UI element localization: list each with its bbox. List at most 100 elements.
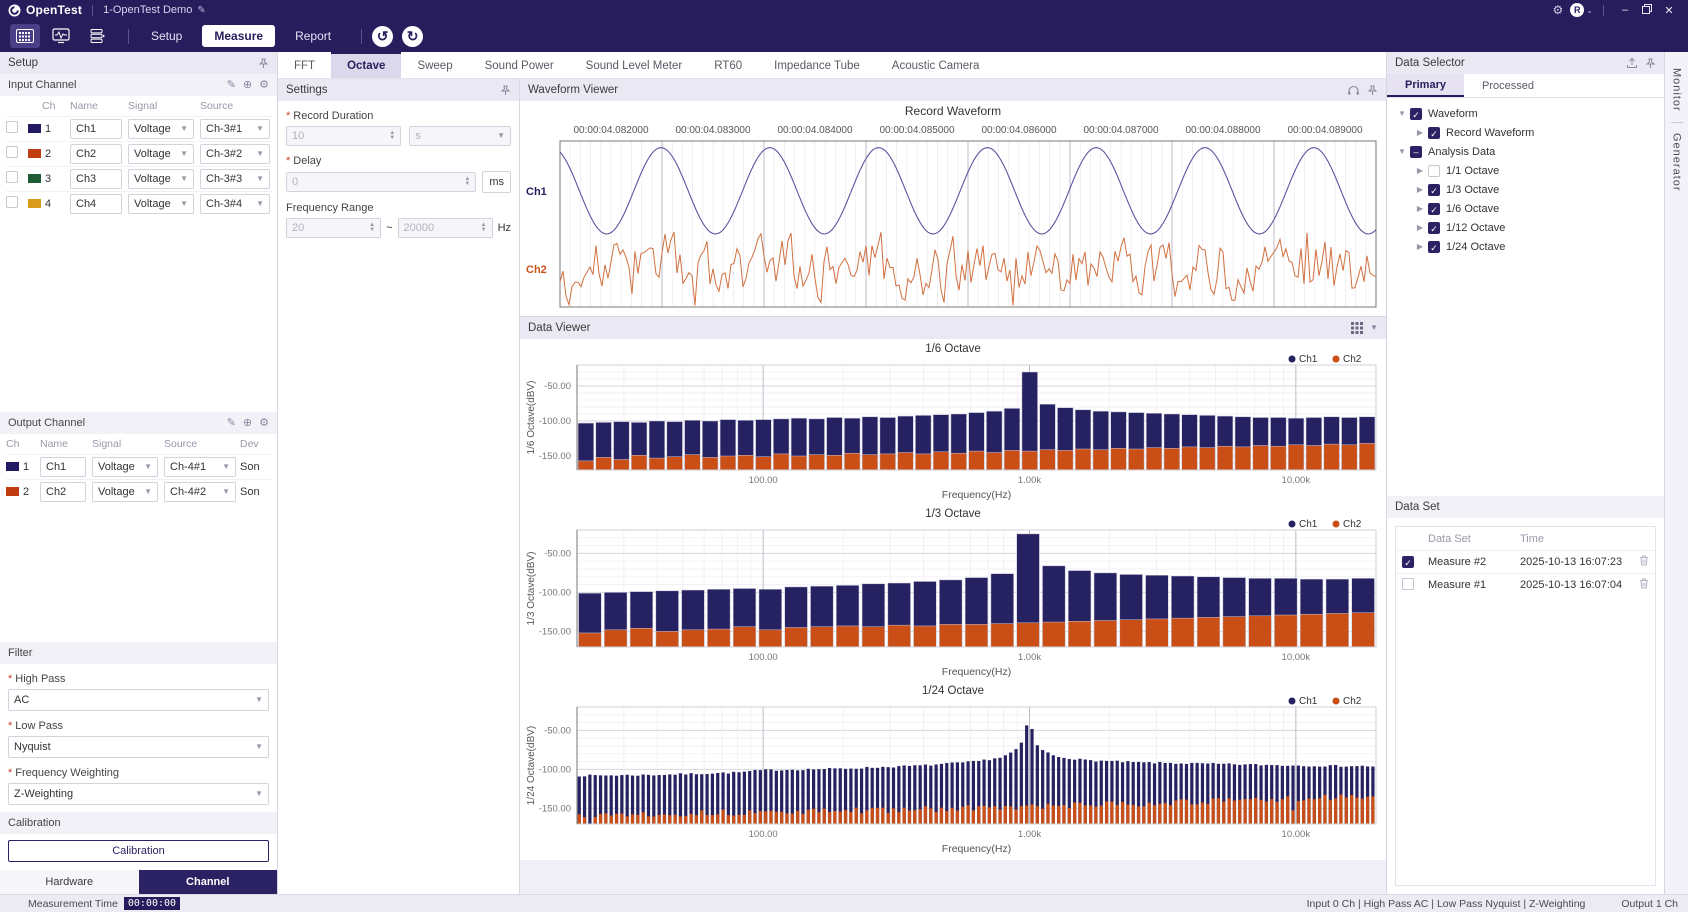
checkbox[interactable] [1402, 578, 1414, 590]
signal-select[interactable]: Voltage▼ [128, 194, 194, 214]
stepper-icon[interactable]: ▲▼ [369, 223, 375, 233]
tree-item-1-6-octave[interactable]: ▶✓1/6 Octave [1391, 199, 1660, 218]
tree-item-1-3-octave[interactable]: ▶✓1/3 Octave [1391, 180, 1660, 199]
source-select[interactable]: Ch-3#2▼ [200, 144, 270, 164]
signal-select[interactable]: Voltage▼ [128, 169, 194, 189]
monitor-tool-button[interactable] [46, 24, 76, 48]
octave-6-chart[interactable]: 1/6 OctaveCh1Ch2-50.00-100.00-150.001/6 … [520, 339, 1386, 504]
stepper-icon[interactable]: ▲▼ [481, 223, 487, 233]
frequency-range-from-input[interactable]: 20 ▲▼ [286, 218, 381, 238]
filter-frequency-weighting-select[interactable]: Z-Weighting▼ [8, 783, 269, 805]
hardware-toggle-button[interactable]: Hardware [0, 870, 139, 894]
stepper-icon[interactable]: ▲▼ [389, 131, 395, 141]
measure-tab-sound-level-meter[interactable]: Sound Level Meter [570, 52, 699, 78]
sequence-tool-button[interactable] [82, 24, 112, 48]
measure-tab-sound-power[interactable]: Sound Power [469, 52, 570, 78]
frequency-range-to-input[interactable]: 20000 ▲▼ [398, 218, 493, 238]
tree-item-1-1-octave[interactable]: ▶1/1 Octave [1391, 161, 1660, 180]
data-set-row[interactable]: Measure #12025-10-13 16:07:04 [1396, 573, 1655, 596]
channel-name-input[interactable]: Ch2 [40, 482, 86, 502]
checkbox[interactable]: ✓ [1428, 241, 1440, 253]
channel-grid-tool-button[interactable] [10, 24, 40, 48]
edit-title-icon[interactable]: ✎ [197, 5, 205, 16]
signal-select[interactable]: Voltage▼ [92, 482, 158, 502]
tree-item-waveform[interactable]: ▼✓Waveform [1391, 104, 1660, 123]
tree-item-analysis-data[interactable]: ▼–Analysis Data [1391, 142, 1660, 161]
pin-icon[interactable] [1645, 58, 1656, 69]
signal-select[interactable]: Voltage▼ [92, 457, 158, 477]
checkbox[interactable]: ✓ [1428, 203, 1440, 215]
nav-setup[interactable]: Setup [139, 25, 194, 47]
caret-right-icon[interactable]: ▶ [1415, 166, 1425, 175]
tree-item-1-12-octave[interactable]: ▶✓1/12 Octave [1391, 218, 1660, 237]
channel-settings-gear-icon[interactable]: ⚙ [259, 418, 269, 429]
checkbox[interactable]: ✓ [1428, 127, 1440, 139]
checkbox[interactable]: ✓ [1410, 108, 1422, 120]
avatar-chevron-icon[interactable]: ⌄ [1586, 6, 1593, 15]
pin-icon[interactable] [258, 58, 269, 69]
channel-toggle-button[interactable]: Channel [139, 870, 278, 894]
edit-table-icon[interactable]: ✎ [227, 80, 236, 91]
pin-icon[interactable] [1367, 85, 1378, 96]
delete-icon[interactable] [1639, 578, 1649, 592]
caret-down-icon[interactable]: ▼ [1397, 147, 1407, 156]
nav-report[interactable]: Report [283, 25, 343, 47]
tree-item-record-waveform[interactable]: ▶✓Record Waveform [1391, 123, 1660, 142]
tab-primary[interactable]: Primary [1387, 74, 1464, 97]
channel-name-input[interactable]: Ch4 [70, 194, 122, 214]
tab-generator[interactable]: Generator [1671, 127, 1683, 198]
measure-tab-sweep[interactable]: Sweep [401, 52, 468, 78]
filter-high-pass-select[interactable]: AC▼ [8, 689, 269, 711]
tree-item-1-24-octave[interactable]: ▶✓1/24 Octave [1391, 237, 1660, 256]
tab-processed[interactable]: Processed [1464, 74, 1552, 97]
signal-select[interactable]: Voltage▼ [128, 119, 194, 139]
checkbox[interactable]: – [1410, 146, 1422, 158]
channel-name-input[interactable]: Ch1 [70, 119, 122, 139]
nav-measure[interactable]: Measure [202, 25, 275, 47]
octave-3-chart[interactable]: 1/3 OctaveCh1Ch2-50.00-100.00-150.001/3 … [520, 504, 1386, 681]
measure-tab-impedance-tube[interactable]: Impedance Tube [758, 52, 876, 78]
measure-tab-acoustic-camera[interactable]: Acoustic Camera [876, 52, 996, 78]
caret-right-icon[interactable]: ▶ [1415, 223, 1425, 232]
settings-gear-icon[interactable]: ⚙ [1553, 3, 1564, 17]
octave-24-chart[interactable]: 1/24 OctaveCh1Ch2-50.00-100.00-150.001/2… [520, 681, 1386, 858]
checkbox[interactable] [6, 171, 18, 183]
data-set-row[interactable]: ✓Measure #22025-10-13 16:07:23 [1396, 550, 1655, 573]
record-duration-input[interactable]: 10 ▲▼ [286, 126, 401, 146]
measure-tab-fft[interactable]: FFT [278, 52, 331, 78]
checkbox[interactable] [6, 196, 18, 208]
caret-right-icon[interactable]: ▶ [1415, 242, 1425, 251]
source-select[interactable]: Ch-3#1▼ [200, 119, 270, 139]
headphones-icon[interactable] [1347, 84, 1360, 96]
channel-name-input[interactable]: Ch1 [40, 457, 86, 477]
source-select[interactable]: Ch-4#2▼ [164, 482, 236, 502]
signal-select[interactable]: Voltage▼ [128, 144, 194, 164]
record-duration-unit-select[interactable]: s ▼ [409, 126, 511, 146]
tab-monitor[interactable]: Monitor [1671, 62, 1683, 118]
source-select[interactable]: Ch-3#3▼ [200, 169, 270, 189]
add-channel-icon[interactable]: ⊕ [243, 418, 252, 429]
record-waveform-chart[interactable]: Record Waveform00:00:04.08200000:00:04.0… [520, 101, 1386, 315]
undo-button[interactable]: ↺ [372, 26, 393, 47]
pin-icon[interactable] [500, 85, 511, 96]
checkbox[interactable]: ✓ [1428, 222, 1440, 234]
caret-right-icon[interactable]: ▶ [1415, 185, 1425, 194]
chevron-down-icon[interactable]: ▼ [1370, 324, 1378, 332]
checkbox[interactable] [1428, 165, 1440, 177]
checkbox[interactable] [6, 146, 18, 158]
checkbox[interactable]: ✓ [1428, 184, 1440, 196]
checkbox[interactable] [6, 121, 18, 133]
export-icon[interactable] [1626, 57, 1638, 69]
channel-name-input[interactable]: Ch3 [70, 169, 122, 189]
redo-button[interactable]: ↻ [402, 26, 423, 47]
delay-input[interactable]: 0 ▲▼ [286, 172, 476, 192]
add-channel-icon[interactable]: ⊕ [243, 80, 252, 91]
filter-low-pass-select[interactable]: Nyquist▼ [8, 736, 269, 758]
caret-down-icon[interactable]: ▼ [1397, 109, 1407, 118]
channel-settings-gear-icon[interactable]: ⚙ [259, 80, 269, 91]
maximize-button[interactable] [1636, 4, 1658, 17]
calibration-button[interactable]: Calibration [8, 840, 269, 862]
close-button[interactable]: ✕ [1658, 4, 1680, 17]
layout-grid-icon[interactable] [1351, 322, 1363, 334]
avatar[interactable]: R [1570, 3, 1584, 17]
